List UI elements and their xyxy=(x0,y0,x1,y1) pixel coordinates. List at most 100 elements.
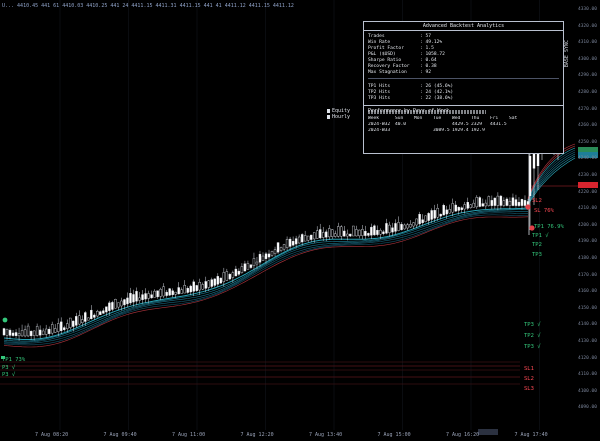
left-tp-label: TP1 73% xyxy=(2,357,26,363)
candle-body xyxy=(183,285,186,294)
candle-body xyxy=(409,224,412,228)
candle-body xyxy=(201,284,204,290)
ticker-value: 4410.25 xyxy=(86,3,108,9)
candle-body xyxy=(44,328,48,335)
candle-body xyxy=(57,323,60,332)
candle-body xyxy=(210,279,213,287)
ticker-value: 441 xyxy=(203,3,213,9)
candle-body xyxy=(370,226,373,236)
candle-body xyxy=(258,254,262,263)
candle-body xyxy=(315,230,319,239)
candle-body xyxy=(135,291,138,302)
candle-body xyxy=(47,328,51,334)
y-tick-label: 4130.00 xyxy=(578,339,597,344)
candle-body xyxy=(11,332,15,336)
ticker-strip: U... 4410.45 441 61 4410.03 4410.25 441 24 4411.… xyxy=(2,3,297,9)
candle-body xyxy=(400,224,403,231)
candle-body xyxy=(123,299,126,306)
candle-body xyxy=(204,281,207,289)
candle-body xyxy=(285,239,289,248)
candle-body xyxy=(403,224,406,230)
candle-body xyxy=(496,195,500,206)
y-tick-label: 4170.00 xyxy=(578,272,597,278)
candle-body xyxy=(17,333,21,337)
y-tick-label: 4150.00 xyxy=(578,305,597,311)
candle-body xyxy=(8,329,12,336)
candle-body xyxy=(228,274,232,280)
perf-cell xyxy=(490,128,508,134)
candle-body xyxy=(78,315,81,325)
sl-zone-lines xyxy=(0,185,580,385)
candle-body xyxy=(120,300,123,307)
candle-body xyxy=(439,213,442,217)
candle-body xyxy=(505,198,509,206)
candle-body xyxy=(105,306,108,313)
candle-body xyxy=(117,302,120,308)
candle-body xyxy=(153,290,156,298)
candle-body xyxy=(343,230,346,237)
ticker-value: 4411.12 xyxy=(224,3,246,9)
candle-body xyxy=(355,229,358,237)
price-tag-red xyxy=(578,182,598,188)
y-tick-label: 4180.00 xyxy=(578,256,597,261)
stat-value: : 22 (38.6%) xyxy=(420,96,454,101)
candle-body xyxy=(430,210,433,220)
analytics-panel: Advanced Backtest Analytics Trades: 57 Wi… xyxy=(363,21,564,154)
candle-body xyxy=(436,208,439,218)
candle-body xyxy=(81,319,84,324)
y-tick-label: 4210.00 xyxy=(578,206,597,212)
candle-body xyxy=(195,285,198,291)
candle-body xyxy=(379,230,382,235)
candle-body xyxy=(394,223,397,232)
candle-body xyxy=(490,200,494,206)
candle-body xyxy=(267,253,271,258)
candle-body xyxy=(433,210,436,219)
candle-body xyxy=(29,331,33,337)
sl3-label: SL3 xyxy=(524,386,534,392)
candle-body xyxy=(150,294,153,299)
candle-body xyxy=(216,276,220,285)
candle-body xyxy=(502,200,506,206)
x-tick-label: 7 Aug 12:20 xyxy=(240,432,274,438)
candle-body xyxy=(165,291,168,296)
candle-body xyxy=(279,247,283,251)
stat-row: TP3 Hits: 22 (38.6%) xyxy=(368,96,559,102)
candle-body xyxy=(397,222,400,231)
candle-body xyxy=(192,281,195,292)
equity-sparkline xyxy=(368,110,486,114)
tp3-lower-2: TP3 √ xyxy=(524,344,541,350)
legend: Equity Hourly xyxy=(327,108,350,120)
candle-body xyxy=(255,261,259,265)
y-tick-label: 4300.00 xyxy=(578,56,597,62)
candle-body xyxy=(340,226,343,237)
legend-hourly: Hourly xyxy=(332,114,351,120)
candle-body xyxy=(367,233,370,236)
candle-body xyxy=(484,202,488,207)
candle-body xyxy=(300,234,304,243)
left-p3-label-2: P3 √ xyxy=(2,372,16,378)
sl-upper: SL2 xyxy=(532,198,542,204)
candle-body xyxy=(469,204,472,209)
candle-body xyxy=(219,277,223,284)
entry-dot xyxy=(2,317,8,323)
candle-body xyxy=(427,213,430,221)
candle-body xyxy=(129,293,132,304)
hourly-swatch xyxy=(327,114,330,119)
candle-body xyxy=(294,238,298,245)
perf-cell xyxy=(414,128,432,134)
candle-body xyxy=(168,288,171,296)
candle-body xyxy=(159,288,162,297)
candle-body xyxy=(189,285,192,293)
y-tick-label: 4200.00 xyxy=(578,222,597,228)
candle-body xyxy=(99,311,102,315)
candle-body xyxy=(288,238,292,247)
ticker-value: 41 xyxy=(215,3,222,9)
candle-body xyxy=(144,293,147,300)
candle-body xyxy=(322,232,325,238)
candle-body xyxy=(448,209,451,214)
sl1-label: SL1 xyxy=(524,366,534,372)
candle-body xyxy=(75,316,78,326)
candle-body xyxy=(26,325,30,337)
ticker-value: 61 xyxy=(53,3,60,9)
y-tick-label: 4190.00 xyxy=(578,239,597,245)
